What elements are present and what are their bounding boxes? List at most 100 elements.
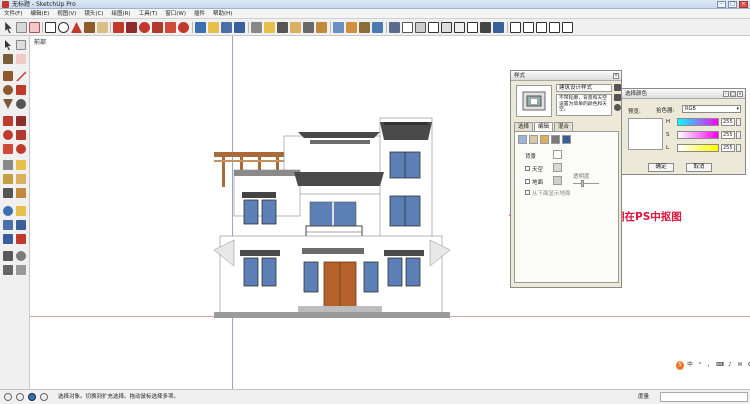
cancel-button[interactable]: 取消 bbox=[686, 163, 712, 172]
protractor-icon[interactable] bbox=[277, 22, 288, 33]
axes-tool-icon[interactable] bbox=[3, 188, 13, 198]
channel-h-spinner[interactable] bbox=[736, 118, 741, 126]
transparency-slider-thumb[interactable] bbox=[581, 180, 584, 187]
voice-icon[interactable]: ♪ bbox=[726, 361, 734, 370]
rectangle-icon[interactable] bbox=[45, 22, 56, 33]
shaded-texture-icon[interactable] bbox=[441, 22, 452, 33]
channel-s-value[interactable]: 255 bbox=[721, 131, 735, 139]
credits-icon[interactable] bbox=[16, 393, 24, 401]
ground-checkbox[interactable] bbox=[525, 179, 530, 184]
hidden-line-icon[interactable] bbox=[415, 22, 426, 33]
previous-view-icon[interactable] bbox=[16, 234, 26, 244]
villa-model[interactable] bbox=[213, 116, 451, 318]
iso-view-icon[interactable] bbox=[467, 22, 478, 33]
3d-text-tool-icon[interactable] bbox=[16, 188, 26, 198]
menu-tools[interactable]: 工具(T) bbox=[135, 9, 162, 18]
menu-view[interactable]: 视图(V) bbox=[53, 9, 80, 18]
look-around-icon[interactable] bbox=[16, 251, 26, 261]
zoom-extents-icon[interactable] bbox=[234, 22, 245, 33]
extension-icon[interactable] bbox=[372, 22, 383, 33]
style-name-field[interactable]: 建筑设计样式 bbox=[556, 84, 612, 92]
house-icon[interactable] bbox=[549, 22, 560, 33]
menu-help[interactable]: 帮助(H) bbox=[209, 9, 236, 18]
rectangle-tool-icon[interactable] bbox=[3, 71, 13, 81]
component-icon[interactable] bbox=[359, 22, 370, 33]
right-view-icon[interactable] bbox=[510, 22, 521, 33]
ground-color-swatch[interactable] bbox=[553, 176, 562, 185]
eraser-tool-icon[interactable] bbox=[16, 54, 26, 64]
sky-checkbox[interactable] bbox=[525, 166, 530, 171]
dialog-close-icon[interactable]: × bbox=[737, 91, 743, 97]
move-tool-icon[interactable] bbox=[3, 116, 13, 126]
keyboard-icon[interactable]: ⌨ bbox=[716, 361, 724, 370]
push-pull-tool-icon[interactable] bbox=[16, 116, 26, 126]
offset-tool-icon[interactable] bbox=[16, 144, 26, 154]
outline-view-icon[interactable] bbox=[562, 22, 573, 33]
menu-window[interactable]: 窗口(W) bbox=[161, 9, 190, 18]
zoom-extents-tool-icon[interactable] bbox=[3, 234, 13, 244]
move-icon[interactable] bbox=[113, 22, 124, 33]
push-pull-icon[interactable] bbox=[126, 22, 137, 33]
tape-tool-icon[interactable] bbox=[3, 160, 13, 170]
channel-h-slider[interactable] bbox=[677, 118, 719, 126]
make-component-icon[interactable] bbox=[16, 22, 27, 33]
channel-l-slider[interactable] bbox=[677, 144, 719, 152]
warehouse-icon[interactable] bbox=[333, 22, 344, 33]
dimension-icon[interactable] bbox=[264, 22, 275, 33]
edge-settings-icon[interactable] bbox=[518, 135, 527, 144]
scale-tool-icon[interactable] bbox=[3, 144, 13, 154]
front-view-icon[interactable] bbox=[493, 22, 504, 33]
left-view-icon[interactable] bbox=[536, 22, 547, 33]
color-mode-select[interactable]: RGB ▾ bbox=[682, 105, 741, 113]
circle-icon[interactable] bbox=[58, 22, 69, 33]
eraser-icon[interactable] bbox=[29, 22, 40, 33]
ime-mode[interactable]: 中 bbox=[686, 361, 694, 370]
orbit-tool-icon[interactable] bbox=[3, 206, 13, 216]
wireframe-icon[interactable] bbox=[402, 22, 413, 33]
zoom-icon[interactable] bbox=[221, 22, 232, 33]
monochrome-icon[interactable] bbox=[454, 22, 465, 33]
tab-mix[interactable]: 混合 bbox=[554, 122, 574, 131]
text-icon[interactable] bbox=[290, 22, 301, 33]
ime-halfwidth[interactable]: ° bbox=[696, 361, 704, 370]
shaded-icon[interactable] bbox=[428, 22, 439, 33]
background-settings-icon[interactable] bbox=[540, 135, 549, 144]
menu-draw[interactable]: 绘图(R) bbox=[107, 9, 134, 18]
dimension-tool-icon[interactable] bbox=[16, 160, 26, 170]
channel-l-spinner[interactable] bbox=[736, 144, 741, 152]
style-description-field[interactable]: 不带轮廓，背景和天空设置为简单的颜色和天空。 bbox=[556, 94, 612, 116]
protractor-tool-icon[interactable] bbox=[3, 174, 13, 184]
mail-icon[interactable]: ✉ bbox=[736, 361, 744, 370]
freehand-tool-icon[interactable] bbox=[16, 99, 26, 109]
ime-punctuation[interactable]: ， bbox=[706, 361, 714, 370]
polygon-tool-icon[interactable] bbox=[3, 99, 13, 109]
paint-bucket-icon[interactable] bbox=[3, 54, 13, 64]
watermark-settings-icon[interactable] bbox=[551, 135, 560, 144]
position-camera-icon[interactable] bbox=[3, 251, 13, 261]
channel-l-value[interactable]: 255 bbox=[721, 144, 735, 152]
ime-logo-icon[interactable]: S bbox=[676, 361, 684, 370]
maximize-icon[interactable]: □ bbox=[728, 1, 737, 8]
3d-text-icon[interactable] bbox=[316, 22, 327, 33]
menu-camera[interactable]: 镜头(C) bbox=[80, 9, 107, 18]
pan-tool-icon[interactable] bbox=[16, 206, 26, 216]
refresh-icon[interactable] bbox=[614, 104, 621, 111]
geolocation-icon[interactable] bbox=[4, 393, 12, 401]
freehand-icon[interactable] bbox=[97, 22, 108, 33]
walk-icon[interactable] bbox=[3, 265, 13, 275]
follow-me-icon[interactable] bbox=[152, 22, 163, 33]
line-tool-icon[interactable] bbox=[16, 71, 26, 81]
component-tool-icon[interactable] bbox=[16, 40, 26, 50]
tab-edit[interactable]: 编辑 bbox=[534, 122, 554, 131]
rotate-icon[interactable] bbox=[139, 22, 150, 33]
update-style-icon[interactable] bbox=[614, 94, 621, 101]
text-tool-icon[interactable] bbox=[16, 174, 26, 184]
follow-me-tool-icon[interactable] bbox=[16, 130, 26, 140]
select-icon[interactable] bbox=[5, 22, 12, 33]
orbit-icon[interactable] bbox=[195, 22, 206, 33]
close-icon[interactable]: × bbox=[739, 1, 748, 8]
dialog-maximize-icon[interactable]: □ bbox=[730, 91, 736, 97]
help-icon[interactable] bbox=[28, 393, 36, 401]
arc-tool-icon[interactable] bbox=[16, 85, 26, 95]
select-tool-icon[interactable] bbox=[5, 40, 11, 50]
